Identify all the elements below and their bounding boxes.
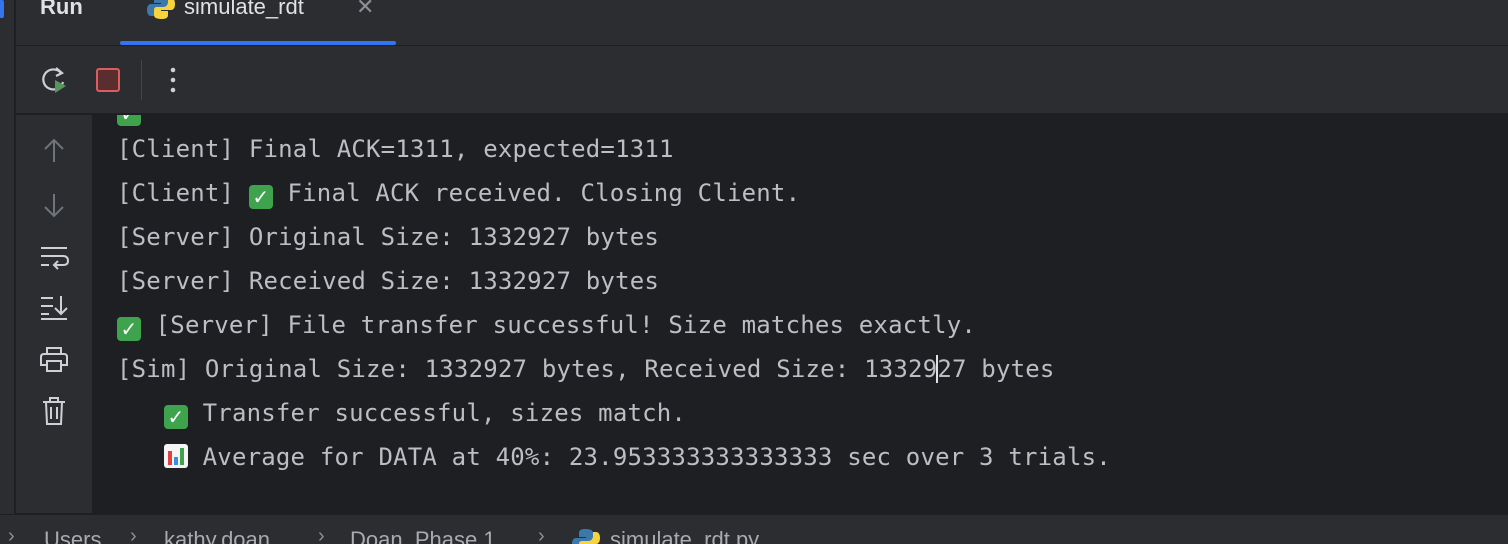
breadcrumb: › Users › kathy.doan › Doan_Phase 1 › si… bbox=[0, 514, 1508, 544]
console-line: [Client] Final ACK=1311, expected=1311 bbox=[117, 135, 674, 163]
chevron-right-icon: › bbox=[318, 525, 325, 544]
bar-chart-icon bbox=[164, 444, 188, 468]
chevron-right-icon: › bbox=[130, 525, 137, 544]
console-side-toolbar bbox=[16, 115, 92, 513]
chevron-right-icon: › bbox=[538, 525, 545, 544]
console-line: [Server] Received Size: 1332927 bytes bbox=[117, 267, 660, 295]
scroll-to-end-icon bbox=[41, 296, 68, 320]
breadcrumb-item[interactable]: simulate_rdt.py bbox=[610, 527, 759, 544]
console-line: ✓ Transfer successful, sizes match. bbox=[164, 398, 686, 429]
scroll-up-button[interactable] bbox=[38, 135, 70, 167]
more-vertical-icon bbox=[170, 67, 176, 93]
rerun-button[interactable] bbox=[38, 64, 70, 96]
check-mark-icon: ✓ bbox=[117, 115, 141, 126]
run-panel-title: Run bbox=[40, 0, 83, 19]
ide-window: Run simulate_rdt ✕ [Client] Final ACK=13… bbox=[0, 0, 1508, 544]
soft-wrap-button[interactable] bbox=[38, 241, 70, 273]
print-button[interactable] bbox=[38, 343, 70, 375]
tab-simulate-rdt[interactable]: simulate_rdt ✕ bbox=[120, 0, 396, 46]
soft-wrap-icon bbox=[41, 247, 69, 270]
check-mark-icon: ✓ bbox=[117, 317, 141, 341]
console-output[interactable]: ✓ [Client] Final ACK=1311, expected=1311… bbox=[92, 115, 1508, 513]
chevron-right-icon: › bbox=[8, 525, 15, 544]
scroll-down-button[interactable] bbox=[38, 189, 70, 221]
arrow-up-icon bbox=[44, 138, 64, 162]
trash-icon bbox=[43, 397, 65, 425]
tab-label: simulate_rdt bbox=[184, 0, 304, 19]
breadcrumb-item[interactable]: Users bbox=[44, 527, 101, 544]
check-mark-icon: ✓ bbox=[248, 185, 273, 209]
close-icon[interactable]: ✕ bbox=[356, 0, 374, 20]
console-line: ✓ [Server] File transfer successful! Siz… bbox=[117, 310, 976, 341]
run-tab-bar: Run simulate_rdt ✕ bbox=[16, 0, 1508, 46]
console-line-cut: ✓ bbox=[117, 115, 141, 126]
toolbar-divider bbox=[141, 60, 142, 100]
console-line: [Server] Original Size: 1332927 bytes bbox=[117, 223, 660, 251]
console-line: [Client] ✓ Final ACK received. Closing C… bbox=[117, 179, 801, 209]
stop-icon bbox=[96, 68, 120, 92]
clear-console-button[interactable] bbox=[38, 395, 70, 427]
rerun-icon bbox=[42, 67, 66, 93]
breadcrumb-item[interactable]: Doan_Phase 1 bbox=[350, 527, 496, 544]
run-toolbar bbox=[16, 46, 1508, 114]
arrow-down-icon bbox=[44, 194, 64, 218]
console-line: Average for DATA at 40%: 23.953333333333… bbox=[164, 442, 1111, 472]
more-options-button[interactable] bbox=[157, 64, 189, 96]
python-icon bbox=[147, 0, 175, 19]
python-icon bbox=[572, 529, 600, 544]
console-line: [Sim] Original Size: 1332927 bytes, Rece… bbox=[117, 355, 1055, 383]
breadcrumb-item[interactable]: kathy.doan bbox=[164, 527, 270, 544]
check-mark-icon: ✓ bbox=[164, 405, 188, 429]
printer-icon bbox=[40, 347, 68, 372]
tool-window-strip bbox=[0, 0, 15, 516]
scroll-to-end-button[interactable] bbox=[38, 291, 70, 323]
active-tab-indicator bbox=[120, 41, 396, 45]
stop-button[interactable] bbox=[92, 64, 124, 96]
